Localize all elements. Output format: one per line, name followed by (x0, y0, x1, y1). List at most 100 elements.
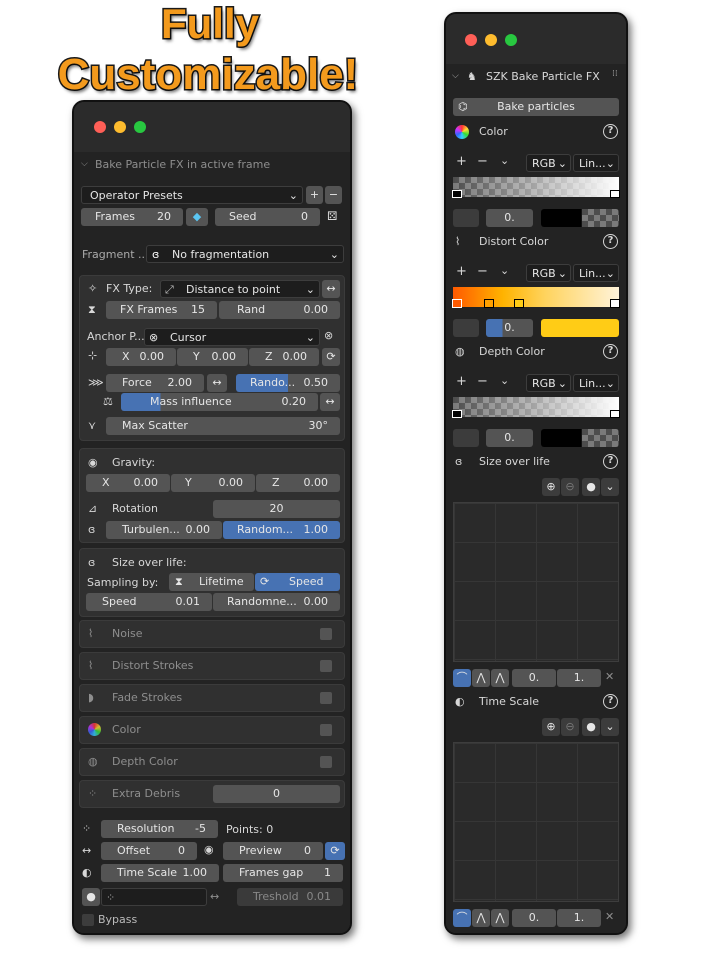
chevron-down-icon[interactable]: ⌵ (452, 71, 459, 81)
zoom-out-icon[interactable]: ⊖ (561, 478, 579, 496)
turbulence-field[interactable]: Turbulen... 0.00 (106, 521, 222, 539)
distort-color-ramp[interactable] (453, 287, 619, 307)
curve-menu-icon[interactable]: ⌄ (601, 718, 619, 736)
depth-color-checkbox[interactable] (320, 756, 332, 768)
ramp-stop-end[interactable] (610, 190, 620, 198)
anchor-x-field[interactable]: X 0.00 (106, 348, 176, 366)
depth-stop-pos[interactable]: 0. (486, 429, 533, 447)
add-preset-button[interactable]: + (306, 186, 323, 204)
remove-preset-button[interactable]: − (325, 186, 342, 204)
force-swap-icon[interactable]: ↔ (207, 374, 227, 392)
add-stop-icon[interactable]: + (456, 154, 467, 169)
remove-stop-icon[interactable]: − (477, 374, 488, 389)
anchor-z-field[interactable]: Z 0.00 (249, 348, 319, 366)
depth-color-ramp[interactable] (453, 397, 619, 417)
maximize-button[interactable] (505, 34, 517, 46)
chevron-down-icon[interactable]: ⌵ (81, 159, 88, 169)
minimize-button[interactable] (114, 121, 126, 133)
help-icon[interactable]: ? (603, 694, 618, 709)
distort-stop-pos[interactable]: 0. (486, 319, 533, 337)
eye-icon[interactable]: ◉ (204, 843, 214, 856)
force-field[interactable]: Force 2.00 (106, 374, 204, 392)
minimize-button[interactable] (485, 34, 497, 46)
force-random-field[interactable]: Rando... 0.50 (236, 374, 340, 392)
gravity-y-field[interactable]: Y 0.00 (171, 474, 255, 492)
add-stop-icon[interactable]: + (456, 374, 467, 389)
size-speed-field[interactable]: Speed 0.01 (86, 593, 212, 611)
close-icon[interactable]: ✕ (605, 670, 614, 683)
curve-x-field[interactable]: 0. (512, 909, 556, 927)
offset-field[interactable]: Offset 0 (101, 842, 197, 860)
frames-gap-field[interactable]: Frames gap 1 (223, 864, 343, 882)
distort-stop-swatch[interactable] (541, 319, 619, 337)
speed-tab[interactable]: ⟳ Speed (255, 573, 340, 591)
fx-type-select[interactable]: ⤢ Distance to point ⌄ (160, 280, 320, 298)
mass-influence-field[interactable]: Mass influence 0.20 (121, 393, 318, 411)
color-ramp[interactable] (453, 177, 619, 197)
curve-smooth-icon[interactable]: ⌒ (453, 909, 471, 927)
fragment-select[interactable]: ɞ No fragmentation ⌄ (146, 245, 344, 263)
ramp-stop-end[interactable] (610, 410, 620, 418)
threshold-mode-field[interactable]: ⁘ (101, 888, 207, 906)
chevron-down-icon[interactable]: ⌄ (500, 154, 509, 167)
fx-frames-field[interactable]: FX Frames 15 (106, 301, 217, 319)
record-button[interactable]: ● (82, 888, 100, 906)
close-button[interactable] (94, 121, 106, 133)
fade-strokes-checkbox[interactable] (320, 692, 332, 704)
remove-stop-icon[interactable]: − (477, 264, 488, 279)
chevron-down-icon[interactable]: ⌄ (500, 264, 509, 277)
bypass-checkbox[interactable] (82, 914, 94, 926)
curve-menu-icon[interactable]: ⌄ (601, 478, 619, 496)
ramp-stop[interactable] (452, 299, 462, 308)
rotation-field[interactable]: 20 (213, 500, 340, 518)
curve-y-field[interactable]: 1. (557, 669, 601, 687)
size-randomness-field[interactable]: Randomne... 0.00 (213, 593, 340, 611)
lifetime-tab[interactable]: ⧗ Lifetime (169, 573, 254, 591)
keyframe-icon[interactable]: ◆ (186, 208, 208, 226)
ramp-stop-start[interactable] (452, 410, 462, 418)
color-checkbox[interactable] (320, 724, 332, 736)
ramp-stop[interactable] (484, 299, 494, 308)
curve-x-field[interactable]: 0. (512, 669, 556, 687)
threshold-swap-icon[interactable]: ↔ (210, 890, 219, 903)
curve-vector-icon[interactable]: ⋀ (472, 909, 490, 927)
size-curve-graph[interactable] (453, 502, 619, 662)
anchor-select[interactable]: ⊗ Cursor ⌄ (144, 328, 320, 346)
zoom-in-icon[interactable]: ⊕ (542, 718, 560, 736)
depth-mode-select[interactable]: RGB ⌄ (526, 374, 571, 392)
refresh-icon[interactable]: ⟳ (322, 348, 340, 366)
color-stop-index[interactable] (453, 209, 479, 227)
ramp-stop[interactable] (514, 299, 524, 308)
time-scale-field[interactable]: Time Scale 1.00 (101, 864, 219, 882)
gravity-random-field[interactable]: Random... 1.00 (223, 521, 340, 539)
close-button[interactable] (465, 34, 477, 46)
help-icon[interactable]: ? (603, 124, 618, 139)
preview-field[interactable]: Preview 0 (223, 842, 323, 860)
swap-arrows-icon[interactable]: ↔ (322, 280, 340, 298)
fx-rand-field[interactable]: Rand 0.00 (219, 301, 340, 319)
maximize-button[interactable] (134, 121, 146, 133)
add-stop-icon[interactable]: + (456, 264, 467, 279)
help-icon[interactable]: ? (603, 454, 618, 469)
target-icon[interactable]: ⊗ (324, 329, 333, 342)
mass-swap-icon[interactable]: ↔ (320, 393, 340, 411)
frames-field[interactable]: Frames 20 (81, 208, 183, 226)
remove-stop-icon[interactable]: − (477, 154, 488, 169)
ramp-stop-start[interactable] (452, 190, 462, 198)
curve-smooth-icon[interactable]: ⌒ (453, 669, 471, 687)
resolution-field[interactable]: Resolution -5 (101, 820, 218, 838)
distort-stop-index[interactable] (453, 319, 479, 337)
panel-header[interactable]: Bake Particle FX in active frame (95, 158, 270, 171)
gravity-x-field[interactable]: X 0.00 (86, 474, 170, 492)
distort-mode-select[interactable]: RGB ⌄ (526, 264, 571, 282)
color-mode-select[interactable]: RGB ⌄ (526, 154, 571, 172)
color-stop-pos[interactable]: 0. (486, 209, 533, 227)
distort-strokes-checkbox[interactable] (320, 660, 332, 672)
curve-auto-icon[interactable]: ⋀ (491, 669, 509, 687)
chevron-down-icon[interactable]: ⌄ (500, 374, 509, 387)
time-scale-curve-graph[interactable] (453, 742, 619, 902)
bake-particles-button[interactable]: ⌬ Bake particles (453, 98, 619, 116)
threshold-field[interactable]: Treshold 0.01 (237, 888, 343, 906)
loop-icon[interactable]: ⟳ (325, 842, 345, 860)
close-icon[interactable]: ✕ (605, 910, 614, 923)
